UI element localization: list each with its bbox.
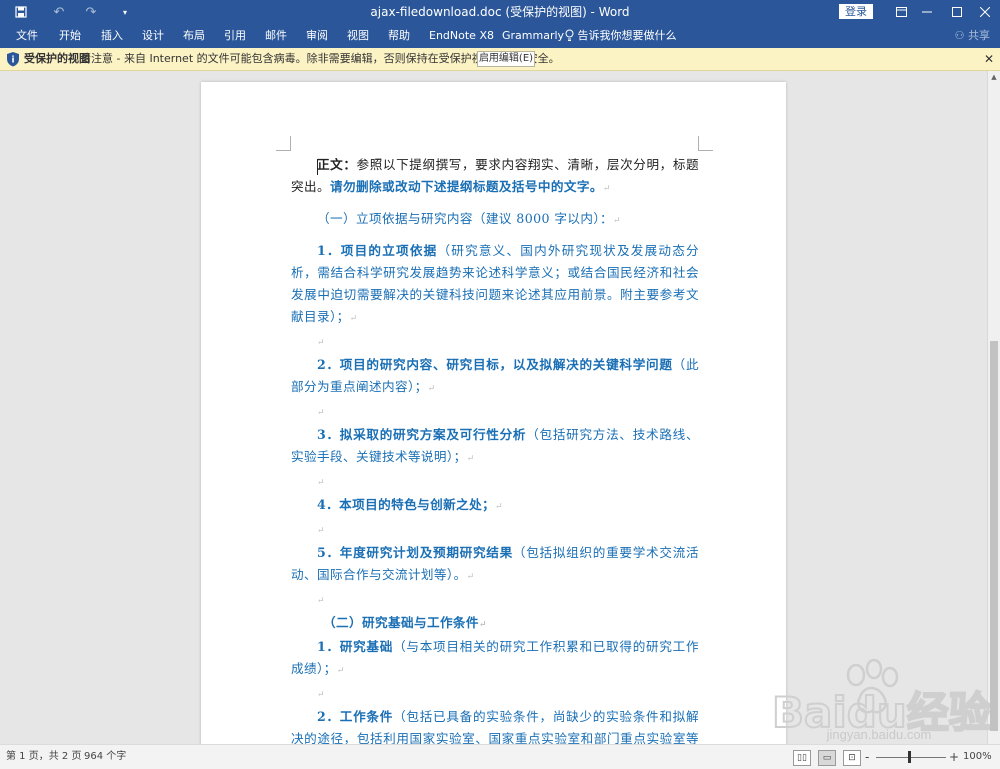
subitem-2: 2．工作条件（包括已具备的实验条件，尚缺少的实验条件和拟解决的途径，包括利用国家… (291, 706, 699, 744)
page-count[interactable]: 第 1 页，共 2 页 (6, 745, 81, 769)
empty-paragraph: ↵ (291, 518, 699, 542)
tab-design[interactable]: 设计 (142, 24, 164, 48)
zoom-in-button[interactable]: + (949, 745, 959, 769)
section-2-title: （二）研究基础与工作条件 (323, 615, 479, 630)
scrollbar-thumb[interactable] (990, 341, 998, 731)
paragraph-mark: ↵ (317, 526, 325, 536)
item-2-title: 2．项目的研究内容、研究目标，以及拟解决的关键科学问题 (317, 357, 673, 372)
scroll-up-icon[interactable]: ▲ (988, 71, 1000, 83)
paragraph-mark: ↵ (349, 314, 358, 324)
lightbulb-icon (565, 29, 578, 42)
share-label: 共享 (968, 29, 990, 42)
subitem-2-title: 2．工作条件 (317, 709, 394, 724)
empty-paragraph: ↵ (291, 400, 699, 424)
document-canvas[interactable]: 正文：参照以下提纲撰写，要求内容翔实、清晰，层次分明，标题突出。请勿删除或改动下… (0, 71, 988, 744)
intro-instruction: 请勿删除或改动下述提纲标题及括号中的文字。 (329, 179, 603, 194)
paragraph-mark: ↵ (317, 690, 325, 700)
tab-mailings[interactable]: 邮件 (265, 24, 287, 48)
item-5: 5．年度研究计划及预期研究结果（包括拟组织的重要学术交流活动、国际合作与交流计划… (291, 542, 699, 588)
item-3: 3．拟采取的研究方案及可行性分析（包括研究方法、技术路线、实验手段、关键技术等说… (291, 424, 699, 470)
print-layout-icon[interactable]: ▭ (818, 750, 836, 766)
login-button[interactable]: 登录 (839, 4, 873, 19)
subitem-1-title: 1．研究基础 (317, 639, 394, 654)
paragraph-mark: ↵ (336, 666, 345, 676)
empty-paragraph: ↵ (291, 330, 699, 354)
paragraph-mark: ↵ (317, 596, 325, 606)
tell-me-label: 告诉我你想要做什么 (577, 29, 677, 42)
close-icon[interactable]: ✕ (984, 48, 994, 70)
tell-me-search[interactable]: 告诉我你想要做什么 (565, 24, 677, 48)
section-1-heading: （一）立项依据与研究内容（建议 8000 字以内）：↵ (291, 208, 699, 232)
paragraph-mark: ↵ (613, 216, 621, 226)
item-5-title: 5．年度研究计划及预期研究结果 (317, 545, 513, 560)
margin-corner-mark (698, 136, 713, 151)
shield-icon: i (6, 51, 20, 67)
paragraph-mark: ↵ (317, 478, 325, 488)
customize-toolbar-icon[interactable]: ▾ (110, 0, 140, 24)
document-page[interactable]: 正文：参照以下提纲撰写，要求内容翔实、清晰，层次分明，标题突出。请勿删除或改动下… (201, 82, 786, 744)
tab-help[interactable]: 帮助 (388, 24, 410, 48)
tab-review[interactable]: 审阅 (306, 24, 328, 48)
share-button[interactable]: ⚇ 共享 (955, 24, 990, 48)
tab-references[interactable]: 引用 (224, 24, 246, 48)
zoom-slider-track[interactable] (876, 757, 946, 758)
minimize-icon[interactable] (912, 0, 942, 24)
tab-file[interactable]: 文件 (16, 24, 38, 48)
tab-view[interactable]: 视图 (347, 24, 369, 48)
intro-label: 正文： (317, 157, 357, 172)
item-2: 2．项目的研究内容、研究目标，以及拟解决的关键科学问题（此部分为重点阐述内容）；… (291, 354, 699, 400)
close-icon[interactable] (970, 0, 1000, 24)
tab-endnote[interactable]: EndNote X8 (429, 24, 494, 48)
margin-corner-mark (276, 136, 291, 151)
svg-text:i: i (11, 56, 14, 66)
tab-grammarly[interactable]: Grammarly (502, 24, 564, 48)
item-1-title: 1．项目的立项依据 (317, 243, 438, 258)
tab-insert[interactable]: 插入 (101, 24, 123, 48)
tab-layout[interactable]: 布局 (183, 24, 205, 48)
ribbon-tabs: 文件 开始 插入 设计 布局 引用 邮件 审阅 视图 帮助 EndNote X8… (0, 24, 1000, 48)
section-1-title: （一）立项依据与研究内容（建议 8000 字以内）： (317, 211, 614, 226)
item-1: 1．项目的立项依据（研究意义、国内外研究现状及发展动态分析，需结合科学研究发展趋… (291, 240, 699, 330)
word-count[interactable]: 964 个字 (84, 745, 126, 769)
zoom-level[interactable]: 100% (963, 745, 992, 769)
intro-paragraph: 正文：参照以下提纲撰写，要求内容翔实、清晰，层次分明，标题突出。请勿删除或改动下… (291, 154, 699, 200)
save-icon[interactable] (6, 0, 36, 24)
paragraph-mark: ↵ (317, 338, 325, 348)
paragraph-mark: ↵ (466, 454, 475, 464)
empty-paragraph: ↵ (291, 682, 699, 706)
paragraph-mark: ↵ (602, 184, 611, 194)
paragraph-mark: ↵ (495, 502, 504, 512)
person-icon: ⚇ (954, 29, 965, 42)
section-2-heading: （二）研究基础与工作条件↵ (291, 612, 699, 636)
maximize-icon[interactable] (942, 0, 972, 24)
text-cursor (317, 159, 318, 175)
read-mode-icon[interactable]: ▯▯ (793, 750, 811, 766)
status-bar: 第 1 页，共 2 页 964 个字 ▯▯ ▭ ⊡ - + 100% (0, 744, 1000, 769)
web-layout-icon[interactable]: ⊡ (843, 750, 861, 766)
item-4: 4．本项目的特色与创新之处；↵ (291, 494, 699, 518)
vertical-scrollbar[interactable]: ▲ (987, 71, 1000, 744)
paragraph-mark: ↵ (466, 572, 475, 582)
tab-home[interactable]: 开始 (59, 24, 81, 48)
enable-editing-button[interactable]: 启用编辑(E) (477, 51, 535, 67)
document-body[interactable]: 正文：参照以下提纲撰写，要求内容翔实、清晰，层次分明，标题突出。请勿删除或改动下… (291, 154, 699, 744)
protected-view-bar: i 受保护的视图 请注意 - 来自 Internet 的文件可能包含病毒。除非需… (0, 48, 1000, 71)
empty-paragraph: ↵ (291, 470, 699, 494)
paragraph-mark: ↵ (427, 384, 436, 394)
paragraph-mark: ↵ (478, 620, 487, 630)
undo-icon[interactable]: ↶ (44, 0, 74, 24)
redo-icon[interactable]: ↷ (76, 0, 106, 24)
zoom-slider-thumb[interactable] (908, 751, 911, 763)
paragraph-mark: ↵ (317, 408, 325, 418)
subitem-1: 1．研究基础（与本项目相关的研究工作积累和已取得的研究工作成绩）；↵ (291, 636, 699, 682)
zoom-out-button[interactable]: - (865, 745, 869, 769)
item-4-title: 4．本项目的特色与创新之处； (317, 497, 496, 512)
empty-paragraph: ↵ (291, 588, 699, 612)
item-3-title: 3．拟采取的研究方案及可行性分析 (317, 427, 527, 442)
title-bar: ↶ ↷ ▾ ajax-filedownload.doc (受保护的视图) - W… (0, 0, 1000, 24)
